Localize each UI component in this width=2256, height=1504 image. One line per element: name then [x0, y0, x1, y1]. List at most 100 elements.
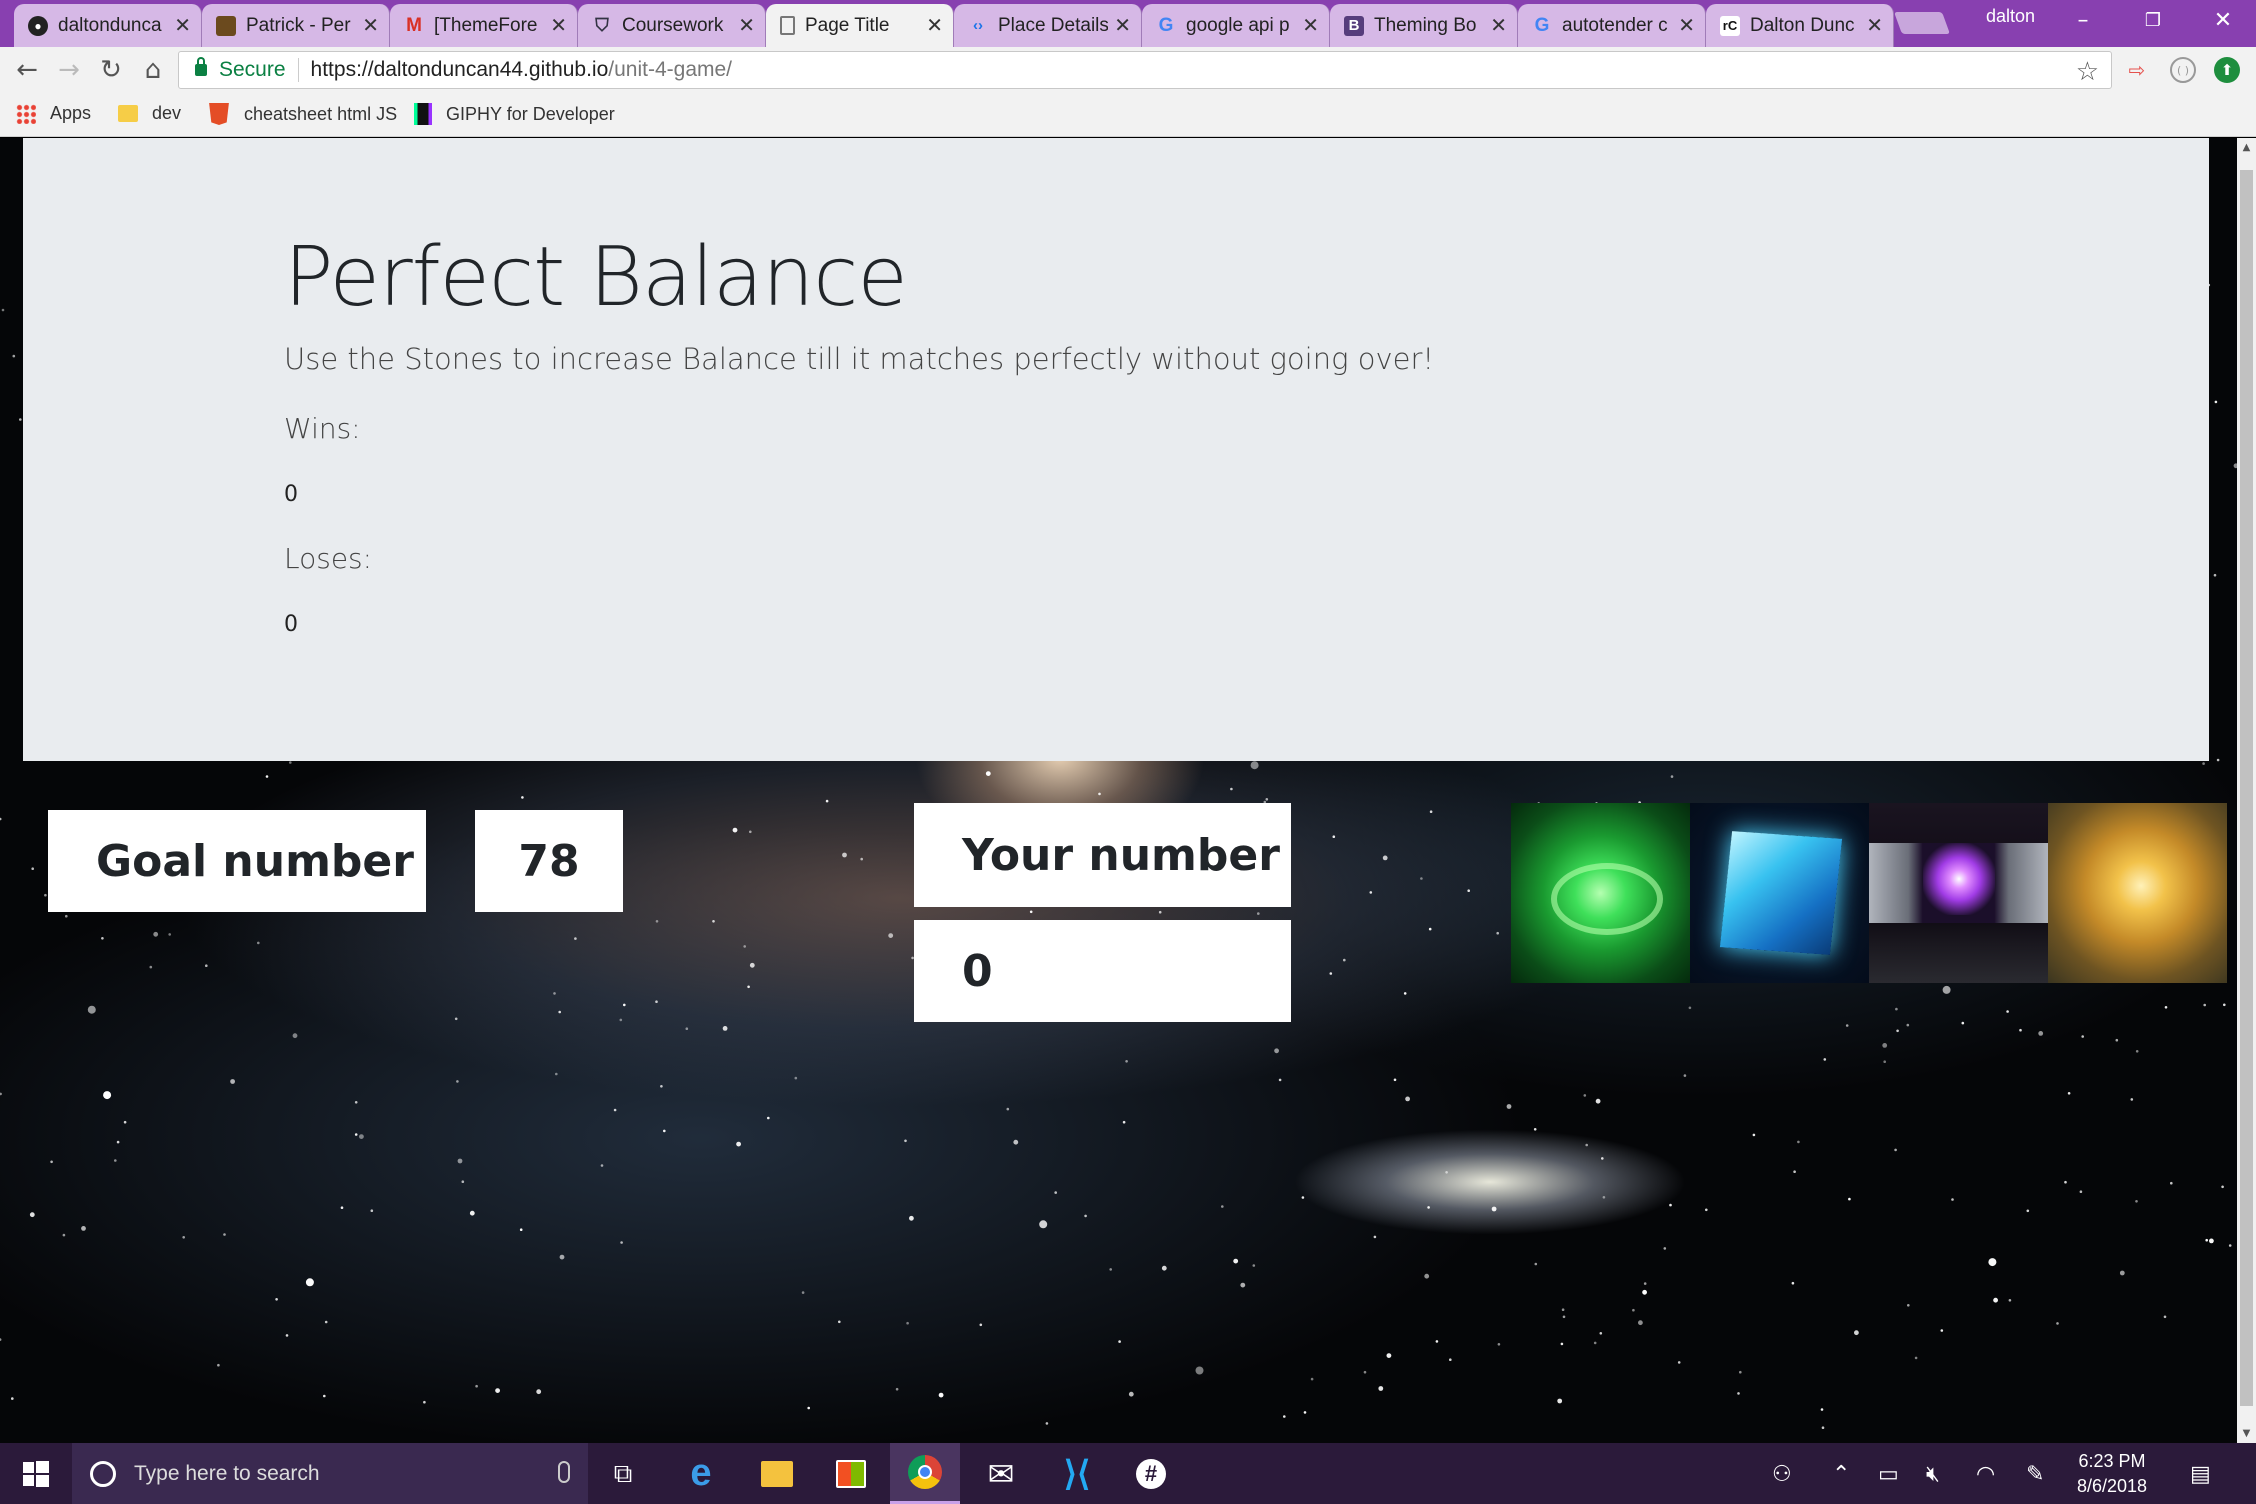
- github-icon: ●: [28, 15, 48, 36]
- tab-title: Place Details: [998, 14, 1109, 36]
- close-icon[interactable]: ✕: [362, 13, 379, 38]
- reload-icon[interactable]: ↻: [94, 53, 128, 87]
- url-host: https://daltonduncan44.github.io: [310, 58, 609, 81]
- close-icon[interactable]: ✕: [1302, 13, 1319, 38]
- profile-name[interactable]: dalton: [1986, 6, 2035, 27]
- goal-number-value: 78: [475, 810, 623, 912]
- giphy-icon: [414, 103, 432, 125]
- clock-time: 6:23 PM: [2078, 1451, 2146, 1471]
- battery-icon[interactable]: ▭: [1878, 1461, 1899, 1487]
- scroll-down-icon[interactable]: ▼: [2237, 1424, 2256, 1443]
- scroll-up-icon[interactable]: ▲: [2237, 138, 2256, 157]
- bootstrap-icon: B: [1344, 15, 1364, 36]
- power-stone-button[interactable]: [1869, 803, 2048, 983]
- tab-title: Page Title: [805, 14, 890, 36]
- your-number-label: Your number: [914, 803, 1291, 907]
- time-stone-button[interactable]: [1511, 803, 1690, 983]
- google-icon: G: [1158, 14, 1174, 36]
- url-path: /unit-4-game/: [608, 58, 733, 81]
- people-icon[interactable]: ⚇: [1772, 1461, 1792, 1487]
- bookmark-label: Apps: [50, 103, 92, 123]
- loses-label: Loses:: [284, 542, 373, 575]
- update-arrow-icon[interactable]: ⬆: [2214, 57, 2240, 83]
- space-stone-button[interactable]: [1690, 803, 1869, 983]
- tab-place-details[interactable]: ‹› Place Details ✕: [954, 4, 1142, 47]
- tab-theming-bootstrap[interactable]: B Theming Bo ✕: [1330, 4, 1518, 47]
- store-icon[interactable]: [816, 1443, 886, 1504]
- windows-start-icon[interactable]: [0, 1443, 72, 1504]
- tab-coursework[interactable]: ⛉ Coursework ✕: [578, 4, 766, 47]
- bookmark-apps[interactable]: Apps: [16, 103, 91, 124]
- close-icon[interactable]: ✕: [926, 13, 943, 38]
- minimize-icon[interactable]: –: [2050, 0, 2116, 40]
- close-icon[interactable]: ✕: [1490, 13, 1507, 38]
- html5-icon: [209, 103, 229, 125]
- slack-icon[interactable]: #: [1116, 1443, 1186, 1504]
- close-icon[interactable]: ✕: [550, 13, 567, 38]
- windows-taskbar: Type here to search ⧉ e ✉ ⟩⟨ # ⚇ ⌃ ▭ 🔇︎ …: [0, 1443, 2256, 1504]
- edge-icon[interactable]: e: [666, 1443, 736, 1504]
- file-explorer-icon[interactable]: [742, 1443, 812, 1504]
- back-arrow-icon[interactable]: ←: [10, 53, 44, 87]
- browser-toolbar: ← → ↻ ⌂ Secure https://daltonduncan44.gi…: [0, 47, 2256, 93]
- tab-title: Patrick - Per: [246, 14, 351, 36]
- volume-muted-icon[interactable]: 🔇︎: [1926, 1461, 1940, 1487]
- close-icon[interactable]: ✕: [174, 13, 191, 38]
- tab-autotender[interactable]: G autotender c ✕: [1518, 4, 1706, 47]
- wins-count: 0: [284, 482, 298, 507]
- scrollbar-thumb[interactable]: [2240, 170, 2253, 1406]
- close-icon[interactable]: ✕: [1678, 13, 1695, 38]
- bookmark-giphy[interactable]: GIPHY for Developer: [414, 103, 615, 125]
- wifi-icon[interactable]: ◠: [1976, 1461, 1995, 1487]
- chrome-icon[interactable]: [890, 1443, 960, 1504]
- pen-icon[interactable]: ✎: [2026, 1461, 2044, 1487]
- tab-page-title[interactable]: Page Title ✕: [766, 4, 954, 47]
- chevron-up-icon[interactable]: ⌃: [1832, 1461, 1850, 1487]
- bookmarks-bar: Apps dev cheatsheet html JS GIPHY for De…: [0, 93, 2256, 137]
- restore-icon[interactable]: ❐: [2120, 0, 2186, 40]
- tab-google-api[interactable]: G google api p ✕: [1142, 4, 1330, 47]
- tab-title: daltondunca: [58, 14, 162, 36]
- vertical-scrollbar[interactable]: ▲ ▼: [2237, 138, 2256, 1443]
- extension-share-icon[interactable]: ⇨: [2124, 57, 2150, 83]
- tab-patrick[interactable]: Patrick - Per ✕: [202, 4, 390, 47]
- task-view-icon[interactable]: ⧉: [588, 1443, 658, 1504]
- jumbotron: Perfect Balance Use the Stones to increa…: [23, 138, 2209, 761]
- notifications-icon[interactable]: ▤: [2190, 1461, 2211, 1487]
- close-icon[interactable]: ✕: [1866, 13, 1883, 38]
- address-bar[interactable]: Secure https://daltonduncan44.github.io …: [178, 51, 2112, 89]
- tab-strip: ● daltondunca ✕ Patrick - Per ✕ M [Theme…: [0, 0, 2256, 47]
- close-icon[interactable]: ✕: [738, 13, 755, 38]
- tab-title: Dalton Dunc: [1750, 14, 1855, 36]
- shield-favicon-icon: ⛉: [595, 15, 609, 35]
- tab-dalton-duncan[interactable]: rC Dalton Dunc ✕: [1706, 4, 1894, 47]
- new-tab-button[interactable]: [1893, 12, 1951, 34]
- bookmark-dev[interactable]: dev: [118, 103, 181, 124]
- page-viewport: Perfect Balance Use the Stones to increa…: [0, 138, 2256, 1443]
- microphone-icon[interactable]: [558, 1461, 570, 1483]
- mind-stone-button[interactable]: [2048, 803, 2227, 983]
- cortana-icon: [90, 1460, 116, 1487]
- google-dev-icon: ‹›: [973, 17, 983, 34]
- google-icon: G: [1534, 14, 1550, 36]
- bookmark-star-icon[interactable]: ☆: [2076, 56, 2099, 87]
- tab-themeforest[interactable]: M [ThemeFore ✕: [390, 4, 578, 47]
- home-icon[interactable]: ⌂: [136, 53, 170, 87]
- bookmark-label: cheatsheet html JS: [244, 103, 398, 124]
- wins-label: Wins:: [284, 412, 361, 445]
- forward-arrow-icon[interactable]: →: [52, 53, 86, 87]
- clock-date: 8/6/2018: [2076, 1476, 2148, 1496]
- bookmark-cheatsheet[interactable]: cheatsheet html JS: [208, 103, 397, 125]
- system-clock[interactable]: 6:23 PM 8/6/2018: [2060, 1449, 2164, 1499]
- extension-circle-icon[interactable]: ( ): [2170, 57, 2196, 83]
- tab-github[interactable]: ● daltondunca ✕: [14, 4, 202, 47]
- close-icon[interactable]: ✕: [1114, 13, 1131, 38]
- image-favicon-icon: [216, 15, 236, 36]
- infinity-stones: [1511, 803, 2227, 983]
- tab-title: Theming Bo: [1374, 14, 1477, 36]
- vscode-icon[interactable]: ⟩⟨: [1042, 1443, 1112, 1504]
- mail-icon[interactable]: ✉: [966, 1443, 1036, 1504]
- close-window-icon[interactable]: ✕: [2190, 0, 2256, 40]
- gmail-icon: M: [406, 14, 422, 36]
- taskbar-search[interactable]: Type here to search: [72, 1443, 588, 1504]
